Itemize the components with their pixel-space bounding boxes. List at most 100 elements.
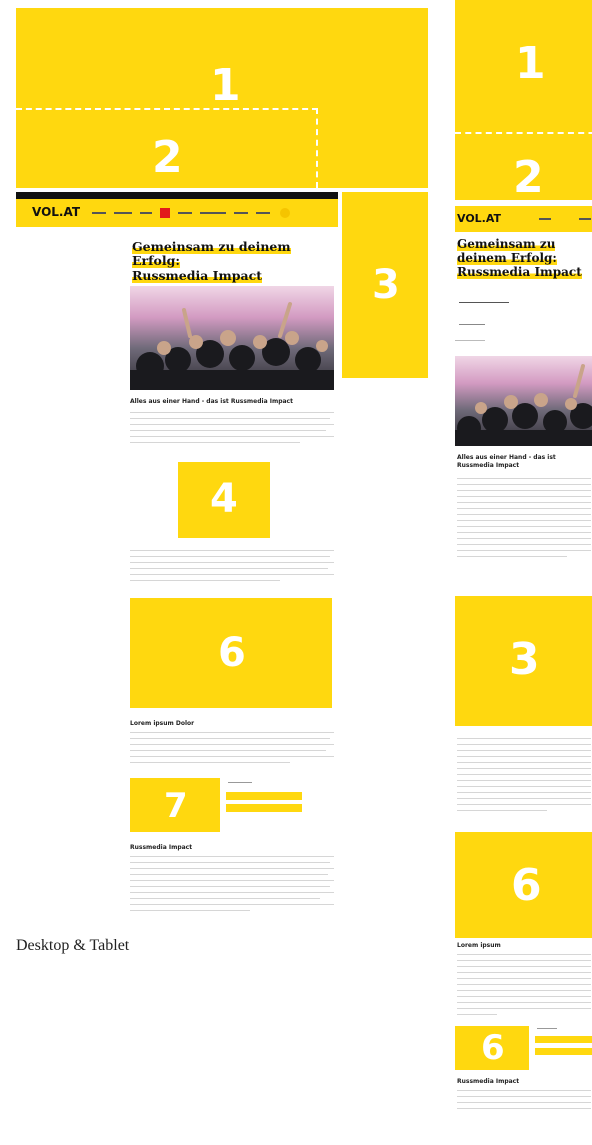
tablet-ad-zone-1-2: 1 2 <box>455 0 592 203</box>
text-line <box>457 990 591 991</box>
text-line <box>130 898 320 899</box>
tablet-mockup: 1 2 VOL.AT Gemeinsam zu deinem Erfolg: R… <box>455 0 592 1145</box>
site-logo[interactable]: VOL.AT <box>32 205 80 219</box>
teaser-bar <box>226 804 302 812</box>
text-line <box>130 568 328 569</box>
nav-item[interactable] <box>140 212 152 214</box>
teaser-line <box>228 782 252 783</box>
nav-item[interactable] <box>234 212 248 214</box>
tablet-ad-zone-6-small: 6 <box>455 1026 529 1070</box>
text-line <box>457 762 591 763</box>
teaser-bar <box>226 792 302 800</box>
text-line <box>457 984 591 985</box>
tablet-hero-photo <box>455 356 592 446</box>
tablet-zone-label-6-small: 6 <box>481 1028 505 1068</box>
text-line <box>457 490 591 491</box>
tablet-ad-zone-6: 6 <box>455 832 592 938</box>
nav-item[interactable] <box>114 212 132 214</box>
article-subheadline: Alles aus einer Hand - das ist Russmedia… <box>130 398 293 405</box>
nav-item[interactable] <box>200 212 226 214</box>
nav-item[interactable] <box>256 212 270 214</box>
text-line <box>457 954 591 955</box>
tablet-site-logo[interactable]: VOL.AT <box>457 212 501 225</box>
text-line <box>130 756 334 757</box>
text-line <box>457 978 591 979</box>
section-title-2: Russmedia Impact <box>130 844 193 851</box>
desktop-page: VOL.AT Gemeinsam zu deinem Erfolg: Russm… <box>16 192 338 928</box>
tablet-zone-label-2: 2 <box>513 152 544 203</box>
nav-item[interactable] <box>92 212 106 214</box>
text-line <box>457 792 591 793</box>
weather-icon <box>280 208 290 218</box>
ad-zone-6: 6 <box>130 598 332 708</box>
hero-photo <box>130 286 334 390</box>
tablet-ad-zone-3: 3 <box>455 596 592 726</box>
text-line <box>130 430 326 431</box>
text-line <box>457 1108 591 1109</box>
tablet-meta-line <box>455 340 485 341</box>
text-line <box>130 892 334 893</box>
text-line <box>130 738 330 739</box>
text-line <box>457 544 591 545</box>
zone-label-3: 3 <box>372 262 400 308</box>
text-line <box>457 780 591 781</box>
ad-zone-1-2: 1 2 <box>16 8 428 188</box>
text-line <box>457 798 591 799</box>
text-line <box>457 520 591 521</box>
text-line <box>130 550 334 551</box>
text-line <box>130 580 280 581</box>
zone-label-7: 7 <box>164 786 188 826</box>
text-line <box>130 862 330 863</box>
text-line <box>130 562 334 563</box>
tablet-headline: Gemeinsam zu deinem Erfolg: Russmedia Im… <box>457 237 592 279</box>
text-line <box>457 532 591 533</box>
teaser-bar <box>535 1048 592 1055</box>
tablet-subheadline-line-1: Alles aus einer Hand - das ist <box>457 454 556 461</box>
text-line <box>130 910 250 911</box>
text-line <box>457 1014 497 1015</box>
ad-zone-3: 3 <box>342 192 428 378</box>
tablet-meta-line <box>459 324 485 325</box>
tablet-nav-item[interactable] <box>539 218 551 220</box>
text-line <box>457 484 591 485</box>
teaser-bar <box>535 1036 592 1043</box>
text-line <box>457 996 591 997</box>
nav-item[interactable] <box>178 212 192 214</box>
headline-line-2: Russmedia Impact <box>132 267 262 283</box>
text-line <box>457 768 591 769</box>
text-line <box>130 904 334 905</box>
tablet-headline-line-3: Russmedia Impact <box>457 264 582 279</box>
ad-zone-7: 7 <box>130 778 220 832</box>
text-line <box>457 1096 591 1097</box>
text-line <box>130 750 326 751</box>
text-line <box>130 868 334 869</box>
tablet-headline-line-2: deinem Erfolg: <box>457 250 557 265</box>
text-line <box>130 418 330 419</box>
text-line <box>457 756 591 757</box>
text-line <box>130 424 334 425</box>
tablet-section-title-1: Lorem ipsum <box>457 942 501 949</box>
text-line <box>130 436 334 437</box>
text-line <box>130 880 334 881</box>
tablet-nav-item[interactable] <box>579 218 591 220</box>
tablet-subheadline-line-2: Russmedia Impact <box>457 461 520 469</box>
page-headline: Gemeinsam zu deinem Erfolg: Russmedia Im… <box>132 239 332 283</box>
desktop-mockup: 1 2 VOL.AT Gemeinsam zu deinem Erfolg: R… <box>16 8 428 928</box>
text-line <box>130 856 334 857</box>
tablet-headline-line-1: Gemeinsam zu <box>457 237 556 251</box>
text-line <box>130 556 330 557</box>
text-line <box>130 886 330 887</box>
text-line <box>457 556 567 557</box>
text-line <box>457 960 591 961</box>
tablet-zone-label-3: 3 <box>509 634 540 685</box>
zone-label-1: 1 <box>210 60 241 111</box>
nav-badge[interactable] <box>160 208 170 218</box>
zone-label-2: 2 <box>152 132 183 183</box>
tablet-zone-2-outline <box>455 132 592 134</box>
tablet-section-title-2: Russmedia Impact <box>457 1078 520 1085</box>
top-nav <box>16 192 338 199</box>
text-line <box>457 538 591 539</box>
zone-label-6: 6 <box>218 630 246 676</box>
teaser-line <box>537 1028 557 1029</box>
tablet-meta-line <box>459 302 509 303</box>
